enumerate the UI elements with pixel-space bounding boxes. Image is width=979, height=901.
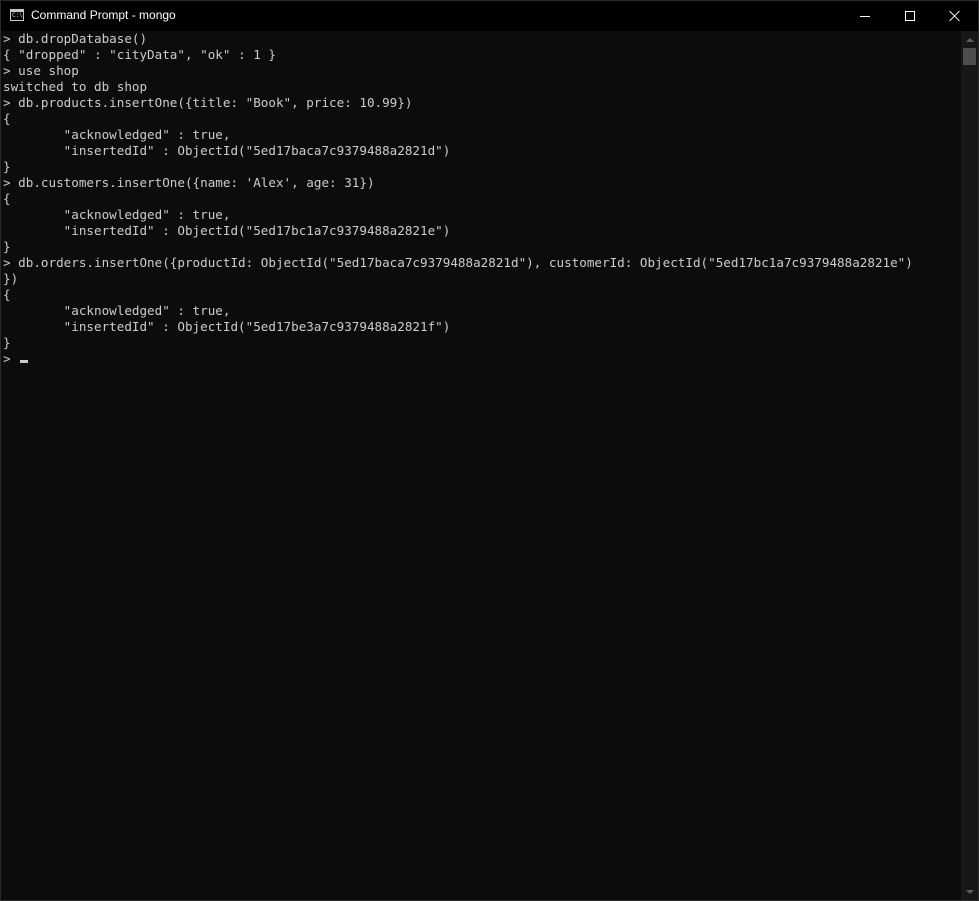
console-line: switched to db shop (3, 79, 148, 94)
command-prompt-window: C:\ Command Prompt - mongo > db.dropData… (0, 0, 979, 901)
console-line: { (3, 191, 11, 206)
console-line: "acknowledged" : true, (3, 207, 231, 222)
vertical-scrollbar[interactable] (961, 31, 978, 900)
console-output[interactable]: > db.dropDatabase(){ "dropped" : "cityDa… (1, 31, 961, 900)
scroll-thumb[interactable] (963, 48, 976, 65)
close-button[interactable] (932, 1, 978, 31)
console-line: { (3, 287, 11, 302)
prompt-line[interactable]: > (1, 351, 961, 367)
console-line: "insertedId" : ObjectId("5ed17be3a7c9379… (3, 319, 451, 334)
console-line: > db.dropDatabase() (3, 31, 148, 46)
console-line: } (3, 239, 11, 254)
window-title: Command Prompt - mongo (31, 8, 176, 22)
text-cursor (20, 360, 29, 363)
console-line: "acknowledged" : true, (3, 303, 231, 318)
chevron-down-icon (966, 890, 974, 894)
chevron-up-icon (966, 38, 974, 42)
console-line: }) (3, 271, 19, 286)
console-line: > db.orders.insertOne({productId: Object… (3, 255, 913, 270)
console-line: "insertedId" : ObjectId("5ed17bc1a7c9379… (3, 223, 451, 238)
minimize-button[interactable] (842, 1, 888, 31)
scroll-down-button[interactable] (961, 883, 978, 900)
console-line: > db.customers.insertOne({name: 'Alex', … (3, 175, 375, 190)
maximize-button[interactable] (887, 1, 933, 31)
console-line: { "dropped" : "cityData", "ok" : 1 } (3, 47, 276, 62)
console-line: { (3, 111, 11, 126)
console-line: } (3, 159, 11, 174)
cmd-icon[interactable]: C:\ (10, 9, 24, 21)
console-lines: > db.dropDatabase(){ "dropped" : "cityDa… (1, 31, 961, 351)
console-line: "insertedId" : ObjectId("5ed17baca7c9379… (3, 143, 451, 158)
console-line: > db.products.insertOne({title: "Book", … (3, 95, 413, 110)
title-bar[interactable]: C:\ Command Prompt - mongo (1, 1, 978, 31)
console-line: > use shop (3, 63, 79, 78)
console-line: } (3, 335, 11, 350)
prompt-text: > (3, 351, 19, 366)
maximize-icon (905, 11, 915, 21)
console-line: "acknowledged" : true, (3, 127, 231, 142)
cmd-icon-text: C:\ (12, 12, 23, 19)
scroll-up-button[interactable] (961, 31, 978, 48)
minimize-icon (860, 16, 870, 17)
close-icon (949, 10, 961, 22)
